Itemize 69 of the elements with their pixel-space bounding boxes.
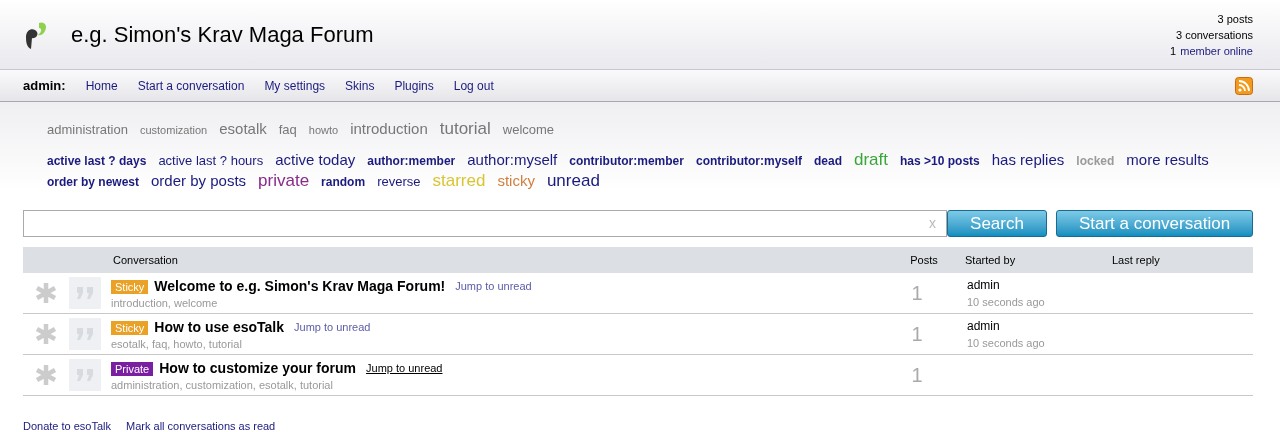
starter-name[interactable]: admin — [967, 316, 1045, 335]
tag-link[interactable]: esotalk — [219, 118, 267, 141]
nav-link[interactable]: My settings — [264, 76, 326, 95]
label-badge: Sticky — [111, 320, 149, 335]
gambit-link[interactable]: active last ? hours — [158, 151, 264, 171]
nav-link[interactable]: Home — [85, 76, 118, 95]
label-badge: Private — [111, 361, 154, 376]
conversation-tags: introduction, welcome — [111, 297, 881, 310]
tag-link[interactable]: customization — [139, 122, 208, 139]
column-header: Started by — [965, 252, 1017, 268]
column-header: Conversation — [113, 252, 179, 268]
gambit-link[interactable]: author:myself — [467, 150, 558, 170]
quote-icon — [69, 359, 101, 391]
column-header: Posts — [909, 252, 939, 268]
gambit-link[interactable]: unread — [546, 171, 600, 191]
gambit-link[interactable]: random — [321, 172, 366, 192]
user-name: admin: — [23, 76, 66, 95]
star-icon[interactable] — [35, 282, 57, 304]
gambit-link[interactable]: dead — [814, 151, 842, 171]
conversation-title[interactable]: How to use esoTalk — [154, 317, 284, 338]
forum-title: e.g. Simon's Krav Maga Forum — [71, 21, 374, 49]
started-time: 10 seconds ago — [967, 335, 1045, 351]
tag-link[interactable]: welcome — [502, 120, 555, 140]
nav-link[interactable]: Log out — [453, 76, 494, 95]
label-badge: Sticky — [111, 279, 149, 294]
post-count: 1 — [910, 322, 924, 347]
post-count: 1 — [910, 363, 924, 388]
gambit-link[interactable]: order by newest — [47, 172, 140, 192]
nav-link[interactable]: Skins — [345, 76, 375, 95]
jump-to-unread-link[interactable]: Jump to unread — [366, 360, 443, 377]
gambit-link[interactable]: more results — [1126, 150, 1209, 170]
conversation-title[interactable]: Welcome to e.g. Simon's Krav Maga Forum! — [154, 276, 446, 297]
jump-to-unread-link[interactable]: Jump to unread — [294, 319, 371, 336]
gambit-link[interactable]: has >10 posts — [900, 151, 980, 171]
conversation-tags: esotalk, faq, howto, tutorial — [111, 338, 881, 351]
footer-link[interactable]: Mark all conversations as read — [126, 418, 276, 432]
starter-name[interactable]: admin — [967, 275, 1045, 294]
star-icon[interactable] — [35, 364, 57, 386]
gambit-link[interactable]: reverse — [377, 172, 421, 192]
quote-icon — [69, 318, 101, 350]
tag-link[interactable]: howto — [308, 122, 339, 139]
rss-icon[interactable] — [1235, 76, 1253, 95]
gambit-link[interactable]: private — [258, 171, 310, 191]
conversation-title[interactable]: How to customize your forum — [159, 358, 357, 379]
jump-to-unread-link[interactable]: Jump to unread — [455, 278, 532, 295]
tag-link[interactable]: faq — [278, 120, 297, 140]
tag-link[interactable]: tutorial — [439, 116, 491, 142]
tag-link[interactable]: administration — [47, 120, 128, 140]
gambit-link[interactable]: contributor:myself — [695, 151, 802, 171]
started-time: 10 seconds ago — [967, 294, 1045, 310]
post-count: 1 — [910, 281, 924, 306]
gambit-link[interactable]: author:member — [367, 151, 456, 171]
gambit-link[interactable]: has replies — [991, 150, 1065, 170]
footer-link[interactable]: Donate to esoTalk — [23, 418, 112, 432]
column-header: Last reply — [1112, 252, 1160, 268]
tag-link[interactable]: introduction — [350, 118, 428, 141]
online-count: 1 — [1170, 43, 1177, 59]
members-online-link[interactable]: member online — [1180, 42, 1253, 59]
nav-link[interactable]: Start a conversation — [137, 76, 245, 95]
forum-stat: 3 posts — [1217, 11, 1253, 27]
star-icon[interactable] — [35, 323, 57, 345]
gambit-link[interactable]: contributor:member — [569, 151, 684, 171]
quote-icon — [69, 277, 101, 309]
gambit-link[interactable]: active today — [275, 150, 356, 170]
gambit-link[interactable]: order by posts — [151, 171, 247, 191]
nav-link[interactable]: Plugins — [394, 76, 434, 95]
conversation-tags: administration, customization, esotalk, tutorial — [111, 379, 881, 392]
forum-stat: 3 conversations — [1175, 27, 1253, 43]
gambit-link[interactable]: active last ? days — [47, 151, 147, 171]
